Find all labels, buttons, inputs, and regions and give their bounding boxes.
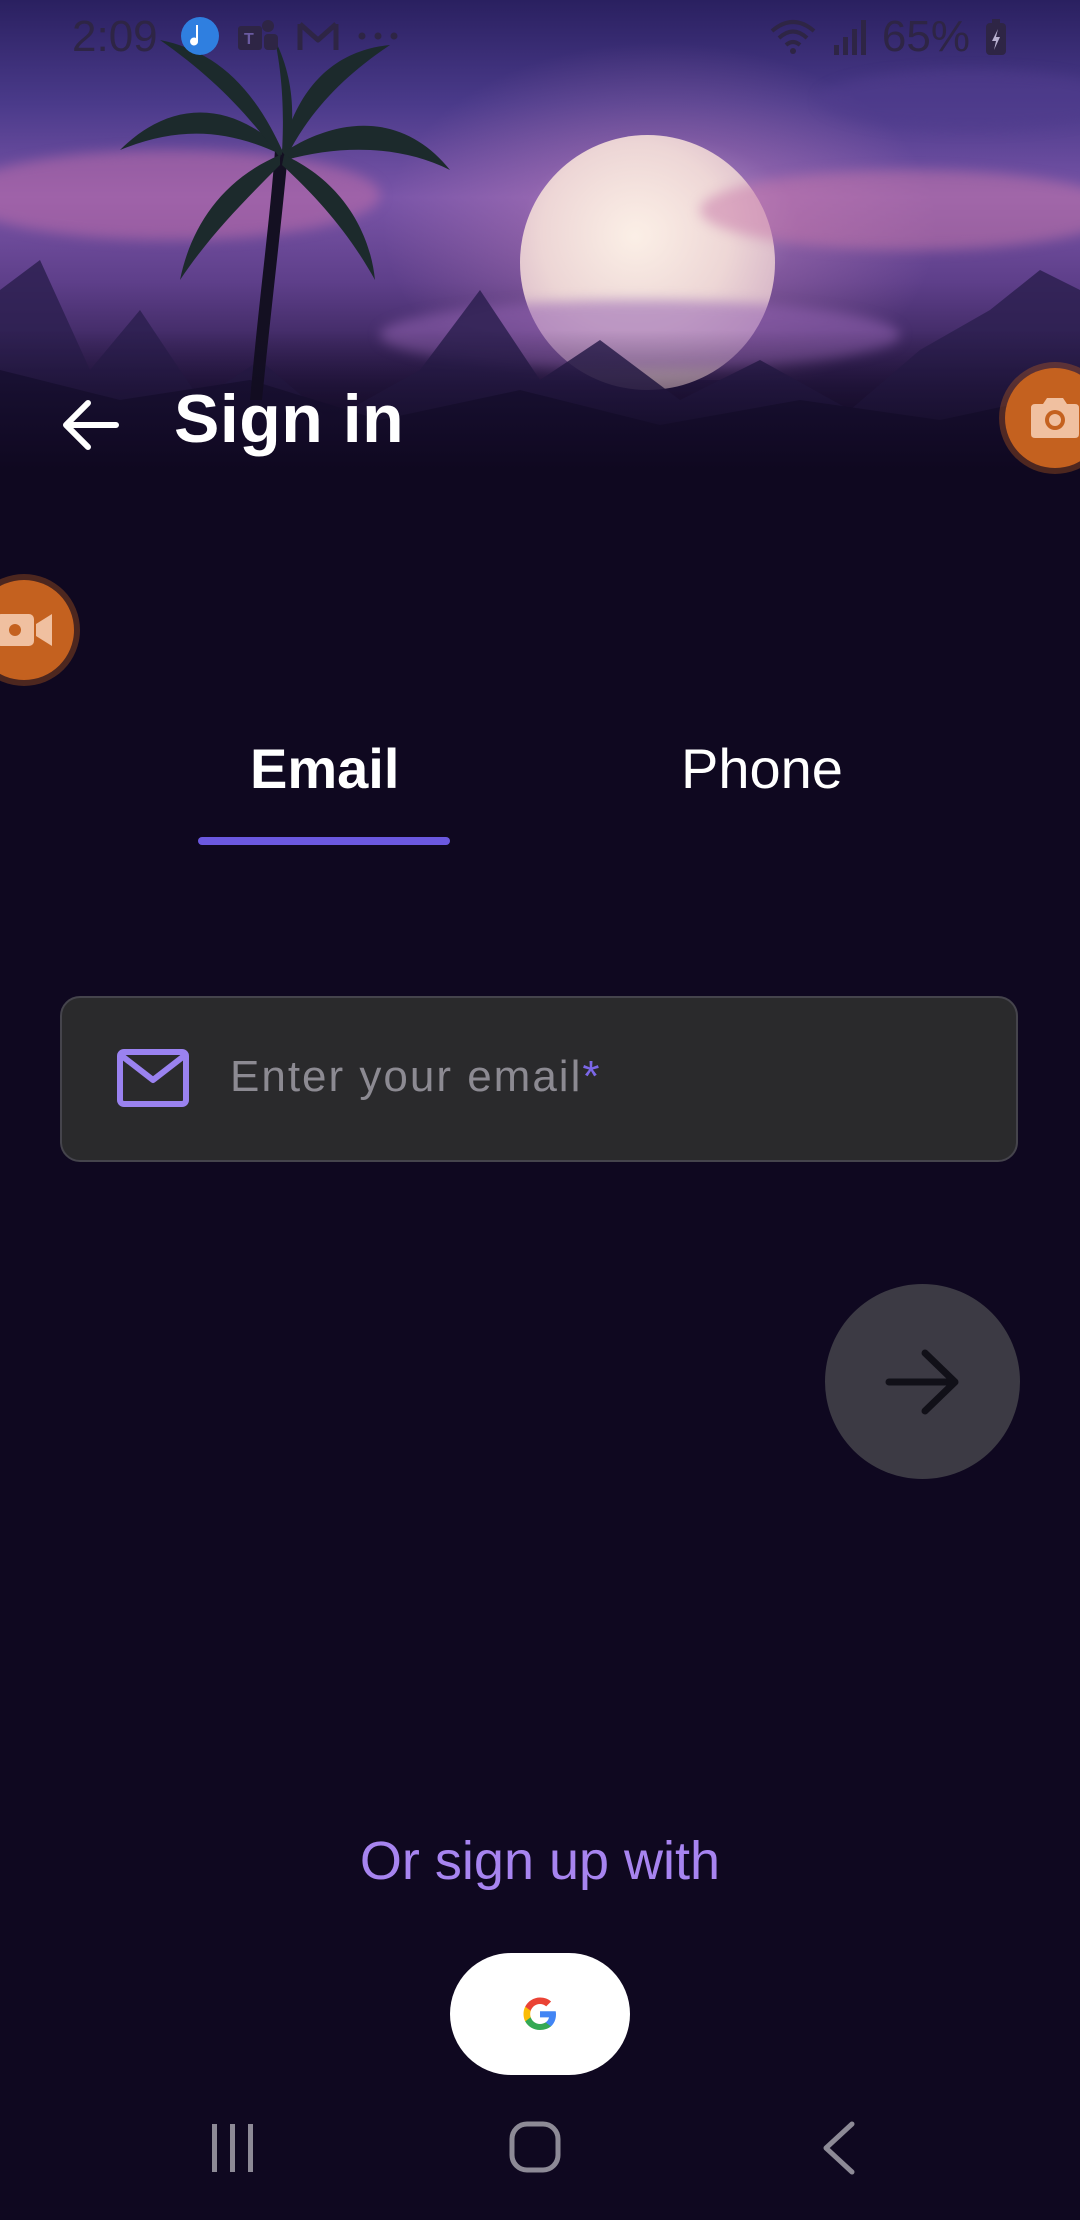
- sign-in-screen: 2:09 T 65% Sign in Email Phone Enter you…: [0, 0, 1080, 2220]
- arrow-right-icon: [885, 1349, 958, 1414]
- arrow-left-icon: [63, 400, 119, 450]
- more-dots-icon: [358, 32, 398, 40]
- svg-text:T: T: [244, 31, 254, 48]
- video-camera-icon: [0, 614, 52, 646]
- back-chevron-icon[interactable]: [818, 2118, 858, 2178]
- or-sign-up-with-label: Or sign up with: [359, 1831, 721, 1891]
- system-navigation-bar: [0, 2080, 1080, 2220]
- google-sign-in-button[interactable]: [450, 1953, 630, 2075]
- soundlive-app-icon: [181, 17, 219, 55]
- notification-icons: T: [180, 16, 400, 56]
- email-placeholder: Enter your email*: [230, 1052, 602, 1101]
- battery-icon: [986, 19, 1006, 55]
- next-button[interactable]: [825, 1284, 1020, 1479]
- recents-icon[interactable]: [208, 2120, 258, 2176]
- signal-icon: [833, 20, 866, 55]
- back-button[interactable]: [50, 390, 130, 460]
- wifi-icon: [770, 20, 816, 54]
- tab-email[interactable]: Email: [250, 736, 399, 801]
- system-status-icons: 65%: [768, 12, 1008, 62]
- required-asterisk: *: [582, 1052, 602, 1101]
- camera-icon: [1031, 398, 1079, 438]
- page-title: Sign in: [174, 381, 405, 457]
- home-icon[interactable]: [508, 2120, 562, 2174]
- google-g-icon: [523, 1997, 556, 2030]
- battery-percent: 65%: [881, 12, 970, 61]
- tab-phone[interactable]: Phone: [681, 736, 843, 801]
- gmail-icon: [297, 22, 339, 50]
- tab-selected-indicator: [198, 837, 450, 845]
- floating-video-record-button[interactable]: [0, 580, 74, 680]
- mail-icon: [117, 1049, 189, 1107]
- teams-icon: T: [238, 20, 278, 50]
- status-time: 2:09: [72, 12, 158, 61]
- status-bar: 2:09 T 65%: [0, 0, 1080, 72]
- email-field[interactable]: Enter your email*: [60, 996, 1018, 1162]
